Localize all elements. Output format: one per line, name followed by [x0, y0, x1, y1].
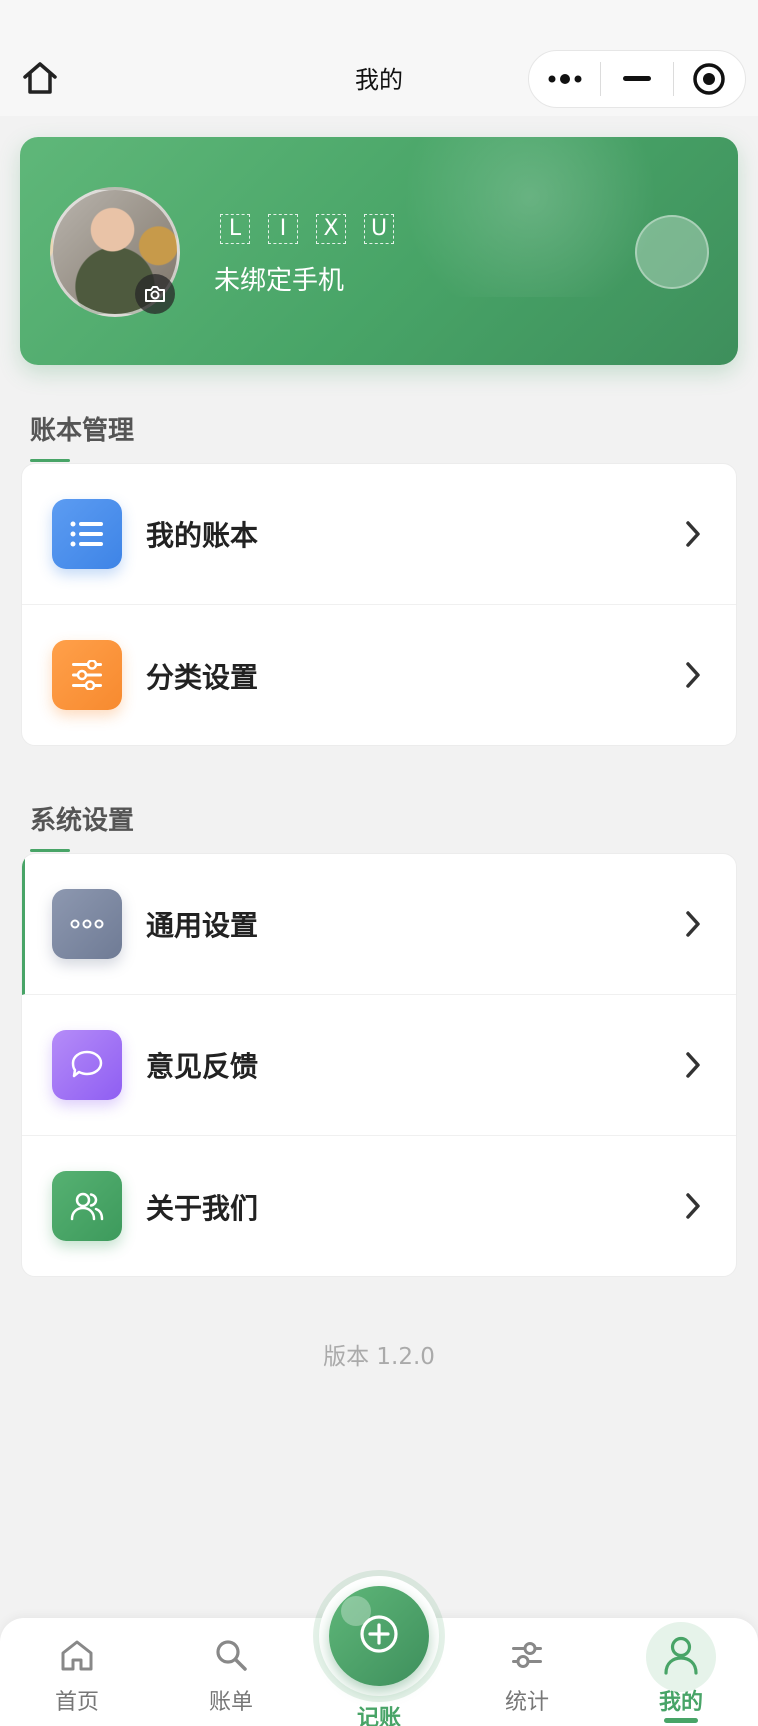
- tab-label: 统计: [504, 1690, 549, 1715]
- menu-item-my-ledger[interactable]: 我的账本: [22, 464, 736, 605]
- card-glow: [380, 137, 680, 297]
- tab-label: 账单: [208, 1690, 253, 1715]
- minimize-icon[interactable]: [601, 51, 672, 107]
- chevron-right-icon: [684, 661, 702, 693]
- section-title-system: 系统设置: [30, 806, 135, 836]
- active-tab-indicator: [664, 1718, 698, 1723]
- menu-item-label: 意见反馈: [146, 1050, 259, 1083]
- tab-home[interactable]: 首页: [27, 1630, 127, 1716]
- list-icon: [52, 499, 122, 569]
- nickname-char: U: [364, 214, 394, 244]
- menu-item-label: 分类设置: [146, 660, 259, 694]
- more-icon: [52, 889, 122, 959]
- sliders-icon: [477, 1630, 577, 1680]
- menu-item-general-settings[interactable]: 通用设置: [22, 854, 736, 995]
- profile-action-circle[interactable]: [635, 215, 709, 289]
- chevron-right-icon: [684, 1051, 702, 1083]
- message-icon: [52, 1030, 122, 1100]
- chevron-right-icon: [684, 910, 702, 942]
- section-underline: [30, 459, 70, 462]
- camera-icon[interactable]: [135, 274, 175, 314]
- menu-item-label: 我的账本: [146, 519, 259, 552]
- user-icon: [631, 1630, 731, 1680]
- phone-status[interactable]: 未绑定手机: [214, 260, 344, 297]
- nickname-char: I: [268, 214, 298, 244]
- tab-bills[interactable]: 账单: [181, 1630, 281, 1716]
- profile-card[interactable]: L I X U 未绑定手机: [20, 137, 738, 365]
- add-record-button[interactable]: [329, 1586, 429, 1686]
- menu-item-feedback[interactable]: 意见反馈: [22, 995, 736, 1136]
- system-card: 通用设置 意见反馈 关于我们: [21, 853, 737, 1277]
- section-title-ledger: 账本管理: [30, 416, 135, 446]
- search-icon: [181, 1630, 281, 1680]
- top-nav-bar: 我的: [0, 0, 758, 116]
- nickname-char: L: [220, 214, 250, 244]
- chevron-right-icon: [684, 1192, 702, 1224]
- nickname: L I X U: [220, 214, 394, 244]
- menu-item-category-settings[interactable]: 分类设置: [22, 605, 736, 745]
- users-icon: [52, 1171, 122, 1241]
- section-underline: [30, 849, 70, 852]
- menu-item-label: 通用设置: [146, 909, 259, 942]
- tab-mine[interactable]: 我的: [631, 1622, 731, 1723]
- menu-item-about-us[interactable]: 关于我们: [22, 1136, 736, 1276]
- home-icon: [27, 1630, 127, 1680]
- ledger-card: 我的账本 分类设置: [21, 463, 737, 746]
- version-text: 版本 1.2.0: [323, 1344, 435, 1370]
- tab-stats[interactable]: 统计: [477, 1630, 577, 1716]
- sliders-icon: [52, 640, 122, 710]
- button-shine: [341, 1596, 371, 1626]
- chevron-right-icon: [684, 520, 702, 552]
- menu-item-label: 关于我们: [146, 1191, 259, 1225]
- close-target-icon[interactable]: [674, 51, 745, 107]
- more-dots-icon[interactable]: [529, 51, 600, 107]
- tab-label: 首页: [54, 1690, 99, 1715]
- nickname-char: X: [316, 214, 346, 244]
- mini-program-capsule: [528, 50, 746, 108]
- tab-label-record: 记账: [356, 1706, 401, 1726]
